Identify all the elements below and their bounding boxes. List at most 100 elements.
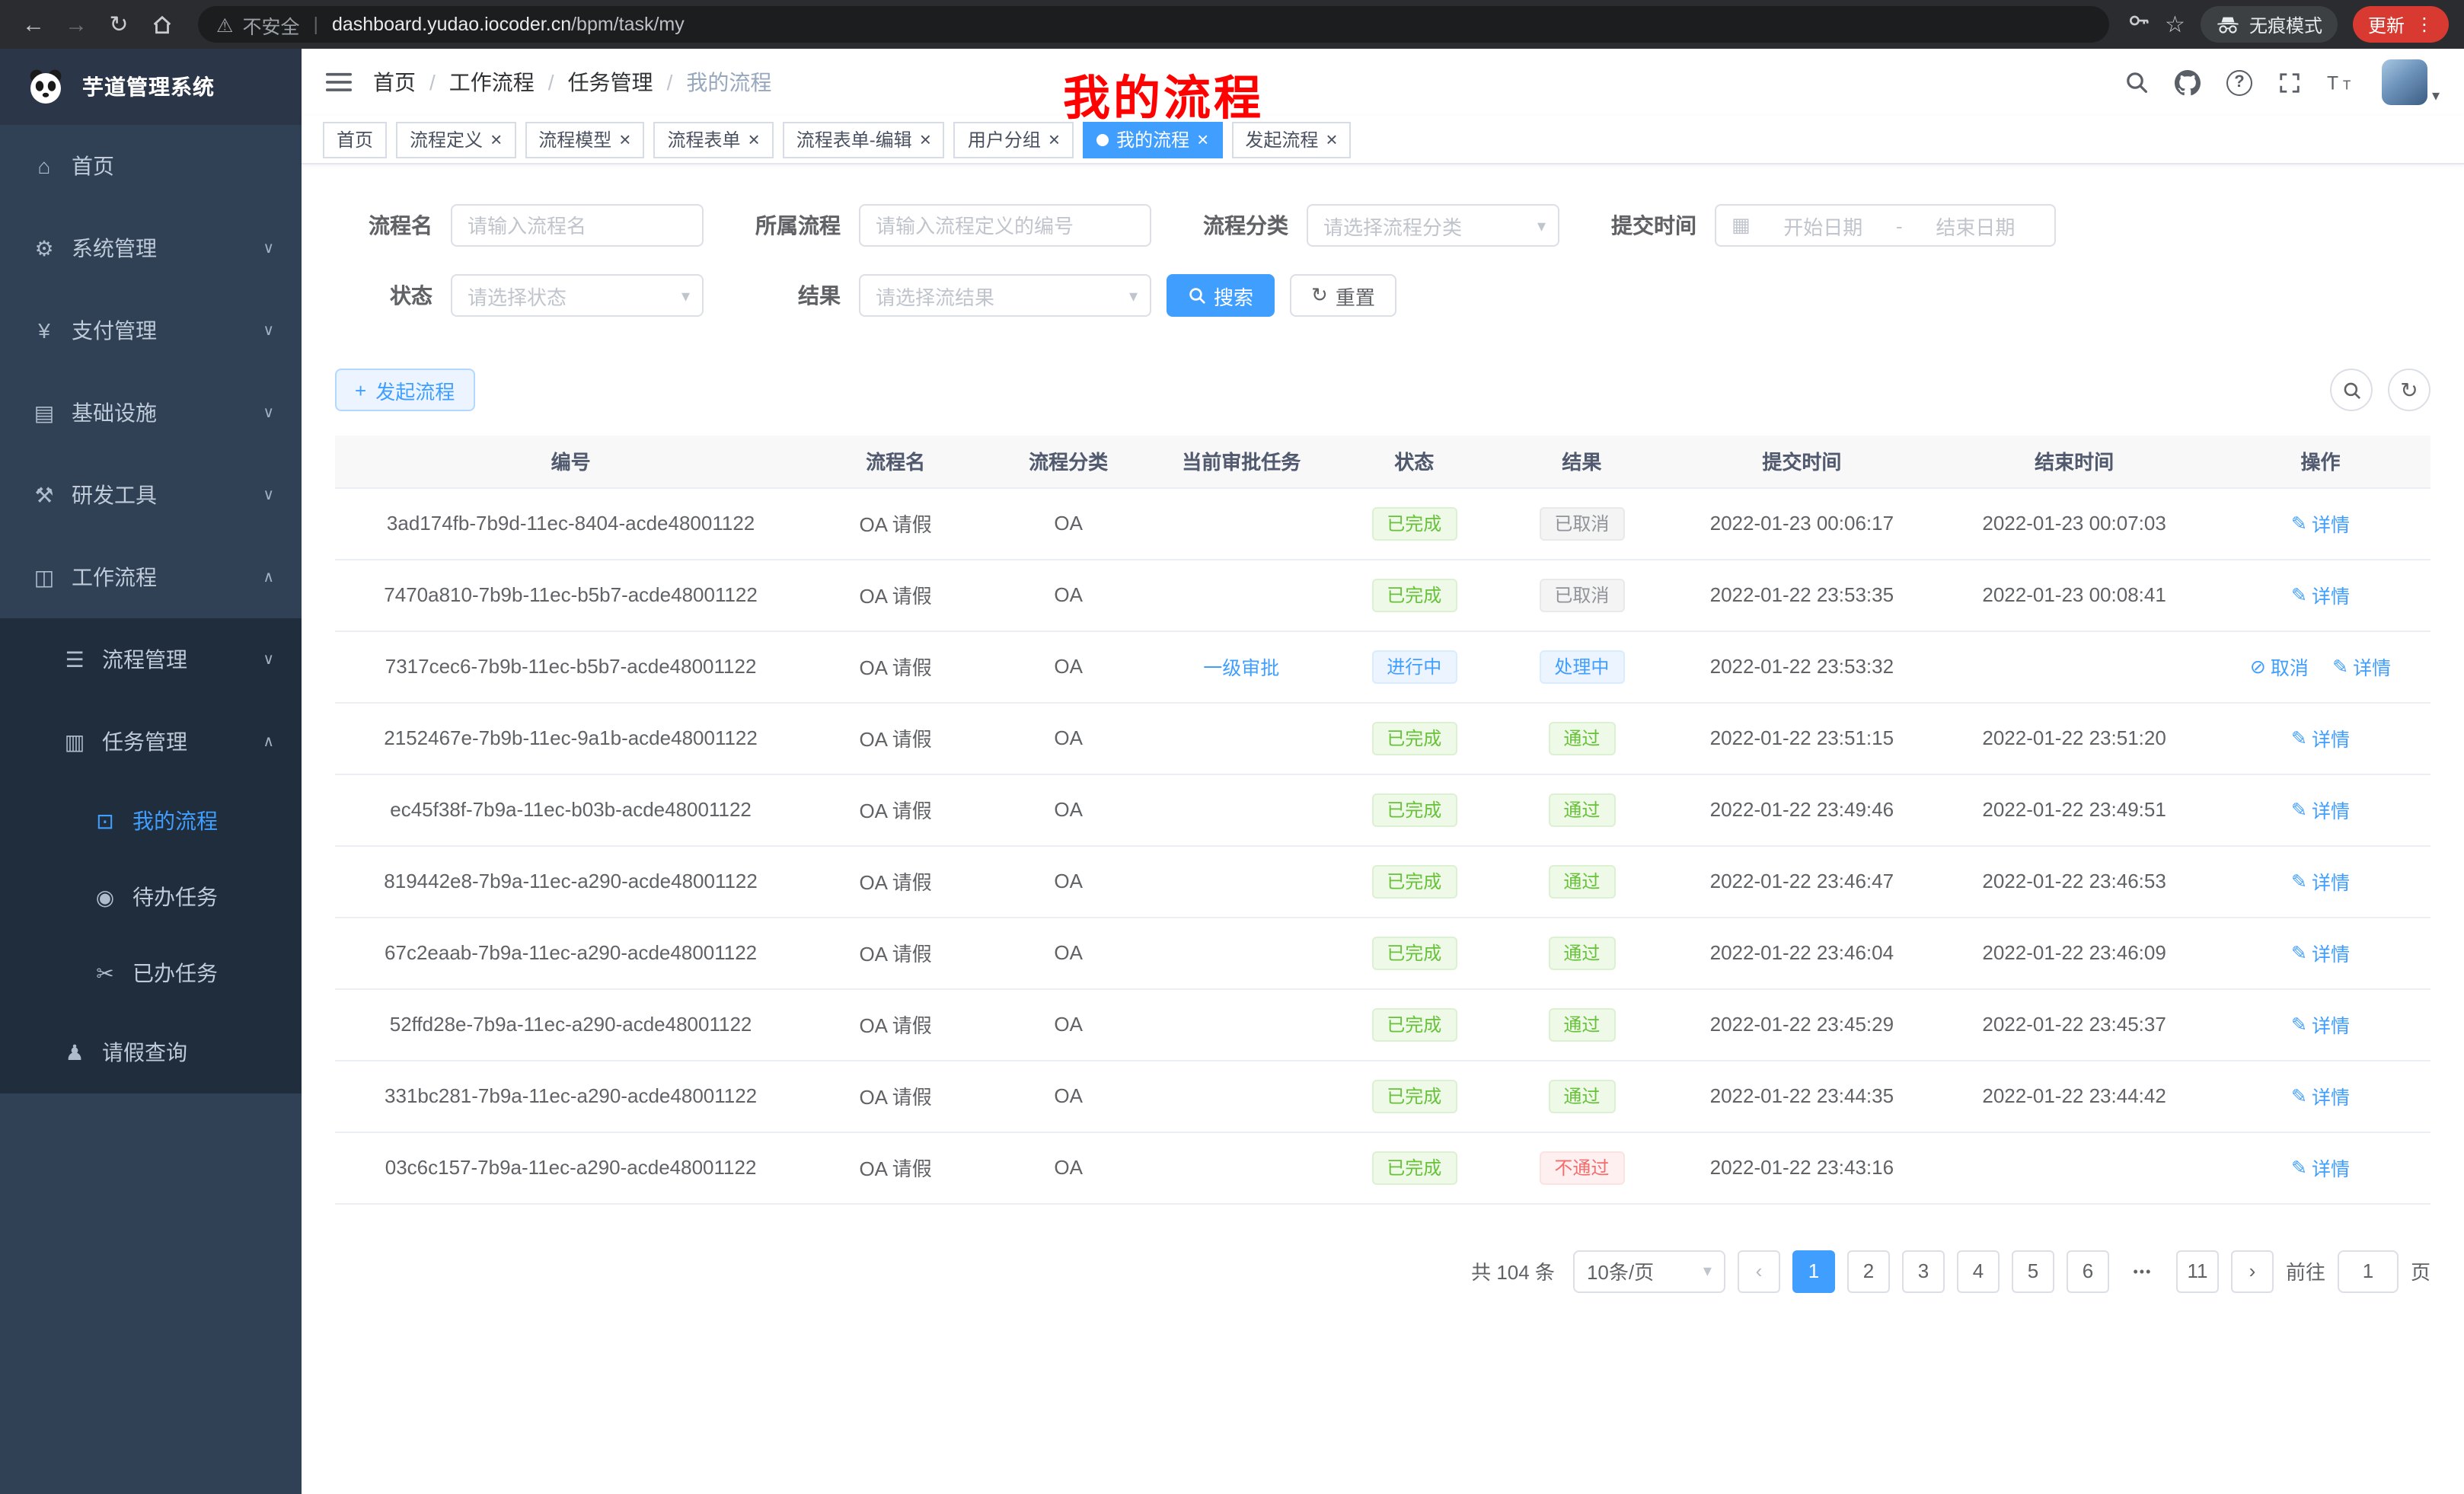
browser-forward-button[interactable]: → xyxy=(58,6,94,43)
sidebar-item[interactable]: ♟ 请假查询 xyxy=(0,1011,302,1093)
user-menu[interactable]: ▾ xyxy=(2382,59,2440,105)
page-button[interactable]: 2 xyxy=(1847,1250,1890,1292)
browser-reload-button[interactable]: ↻ xyxy=(101,6,137,43)
detail-link[interactable]: ✎详情 xyxy=(2291,1010,2350,1039)
sidebar-item-label: 支付管理 xyxy=(72,315,157,346)
status-select[interactable]: 请选择状态 ▾ xyxy=(451,274,704,317)
cell-category: OA xyxy=(985,702,1152,774)
detail-link[interactable]: ✎详情 xyxy=(2291,867,2350,895)
page-button[interactable]: 3 xyxy=(1902,1250,1945,1292)
page-button[interactable]: ••• xyxy=(2121,1250,2164,1292)
chevron-down-icon: ∨ xyxy=(263,487,274,503)
sidebar-item[interactable]: ⚒ 研发工具 ∨ xyxy=(0,454,302,536)
owning-process-input[interactable] xyxy=(859,204,1151,247)
breadcrumb-item[interactable]: 工作流程 xyxy=(449,67,535,97)
detail-link[interactable]: ✎详情 xyxy=(2291,580,2350,609)
page-button[interactable]: 11 xyxy=(2176,1250,2219,1292)
result-badge: 通过 xyxy=(1548,1007,1615,1041)
goto-page-input[interactable] xyxy=(2338,1250,2399,1292)
edit-icon: ✎ xyxy=(2291,726,2307,749)
date-range-picker[interactable]: ▦ 开始日期 - 结束日期 xyxy=(1715,204,2056,247)
edit-icon: ✎ xyxy=(2332,655,2348,678)
prev-page-button[interactable]: ‹ xyxy=(1738,1250,1780,1292)
sidebar-toggle-button[interactable] xyxy=(326,72,352,93)
cell-current-task xyxy=(1152,1132,1330,1203)
detail-link[interactable]: ✎详情 xyxy=(2332,652,2391,681)
breadcrumb-item[interactable]: 首页 xyxy=(373,67,416,97)
search-button[interactable]: 搜索 xyxy=(1167,274,1275,317)
close-icon[interactable]: × xyxy=(1197,129,1208,149)
page-button[interactable]: 5 xyxy=(2012,1250,2054,1292)
security-label[interactable]: 不安全 xyxy=(242,10,299,39)
sidebar-item[interactable]: ⊡ 我的流程 xyxy=(0,783,302,859)
close-icon[interactable]: × xyxy=(1326,129,1337,149)
workflow-icon: ◫ xyxy=(30,564,58,590)
table-row: 67c2eaab-7b9a-11ec-a290-acde48001122 OA … xyxy=(335,917,2430,988)
sidebar-item[interactable]: ✂ 已办任务 xyxy=(0,935,302,1011)
close-icon[interactable]: × xyxy=(920,129,931,149)
tab[interactable]: 流程表单-编辑 × xyxy=(783,121,945,158)
address-bar[interactable]: ⚠ 不安全 | dashboard.yudao.iocoder.cn/bpm/t… xyxy=(198,6,2108,43)
process-name-input[interactable] xyxy=(451,204,704,247)
detail-link[interactable]: ✎详情 xyxy=(2291,509,2350,538)
sidebar-item[interactable]: ◉ 待办任务 xyxy=(0,859,302,935)
password-key-icon[interactable] xyxy=(2127,9,2150,40)
github-icon[interactable] xyxy=(2175,69,2201,95)
tab[interactable]: 流程表单 × xyxy=(653,121,773,158)
avatar[interactable] xyxy=(2382,59,2427,105)
kebab-menu-icon[interactable]: ⋮ xyxy=(2415,14,2434,35)
search-toggle-button[interactable] xyxy=(2330,369,2373,411)
cell-process-name: OA 请假 xyxy=(806,630,985,702)
main-content: 我的流程 首页 / 工作流程 / 任务管理 / xyxy=(302,49,2464,1494)
page-button[interactable]: 1 xyxy=(1792,1250,1835,1292)
reset-button[interactable]: ↻ 重置 xyxy=(1290,274,1396,317)
bookmark-star-icon[interactable]: ☆ xyxy=(2165,11,2185,38)
font-size-icon[interactable]: TT xyxy=(2327,72,2356,93)
sidebar-item[interactable]: ⚙ 系统管理 ∨ xyxy=(0,207,302,289)
process-name-label: 流程名 xyxy=(335,210,432,241)
sidebar-item[interactable]: ⌂ 首页 xyxy=(0,125,302,207)
page-button[interactable]: 6 xyxy=(2067,1250,2109,1292)
cancel-link[interactable]: ⊘取消 xyxy=(2250,652,2309,681)
refresh-table-button[interactable]: ↻ xyxy=(2388,369,2430,411)
browser-update-button[interactable]: 更新 ⋮ xyxy=(2353,6,2449,43)
tab[interactable]: 流程定义 × xyxy=(396,121,515,158)
sidebar-item[interactable]: ¥ 支付管理 ∨ xyxy=(0,289,302,372)
detail-link[interactable]: ✎详情 xyxy=(2291,1081,2350,1110)
detail-link[interactable]: ✎详情 xyxy=(2291,795,2350,824)
create-process-button[interactable]: + 发起流程 xyxy=(335,369,474,411)
page-size-select[interactable]: 10条/页 ▾ xyxy=(1573,1250,1725,1292)
help-icon[interactable]: ? xyxy=(2226,69,2252,95)
url-divider: | xyxy=(313,14,318,35)
current-task-link[interactable]: 一级审批 xyxy=(1203,652,1279,681)
edit-icon: ✎ xyxy=(2291,941,2307,964)
detail-link[interactable]: ✎详情 xyxy=(2291,1153,2350,1182)
breadcrumb: 首页 / 工作流程 / 任务管理 / 我的流程 xyxy=(373,67,771,97)
result-select[interactable]: 请选择流结果 ▾ xyxy=(859,274,1151,317)
breadcrumb-item[interactable]: 任务管理 xyxy=(568,67,653,97)
page-button[interactable]: 4 xyxy=(1957,1250,2000,1292)
search-icon[interactable] xyxy=(2124,70,2149,94)
sidebar-item[interactable]: ◫ 工作流程 ∧ xyxy=(0,536,302,618)
close-icon[interactable]: × xyxy=(1048,129,1060,149)
category-select[interactable]: 请选择流程分类 ▾ xyxy=(1307,204,1559,247)
incognito-label: 无痕模式 xyxy=(2249,11,2322,37)
tab[interactable]: 首页 × xyxy=(323,121,387,158)
sidebar-item-label: 我的流程 xyxy=(132,806,218,836)
detail-link[interactable]: ✎详情 xyxy=(2291,938,2350,967)
app-logo-row[interactable]: 芋道管理系统 xyxy=(0,49,302,125)
browser-home-button[interactable] xyxy=(143,6,180,43)
next-page-button[interactable]: › xyxy=(2231,1250,2274,1292)
sidebar-item[interactable]: ☰ 流程管理 ∨ xyxy=(0,618,302,701)
cell-actions: ⊘取消 ✎详情 xyxy=(2210,702,2430,774)
close-icon[interactable]: × xyxy=(748,129,760,149)
sidebar-item[interactable]: ▥ 任务管理 ∧ xyxy=(0,701,302,783)
detail-link[interactable]: ✎详情 xyxy=(2291,723,2350,752)
browser-back-button[interactable]: ← xyxy=(15,6,52,43)
close-icon[interactable]: × xyxy=(490,129,502,149)
tab[interactable]: 用户分组 × xyxy=(954,121,1074,158)
close-icon[interactable]: × xyxy=(619,129,630,149)
fullscreen-icon[interactable] xyxy=(2278,71,2301,94)
sidebar-item[interactable]: ▤ 基础设施 ∨ xyxy=(0,372,302,454)
tab[interactable]: 流程模型 × xyxy=(525,121,644,158)
